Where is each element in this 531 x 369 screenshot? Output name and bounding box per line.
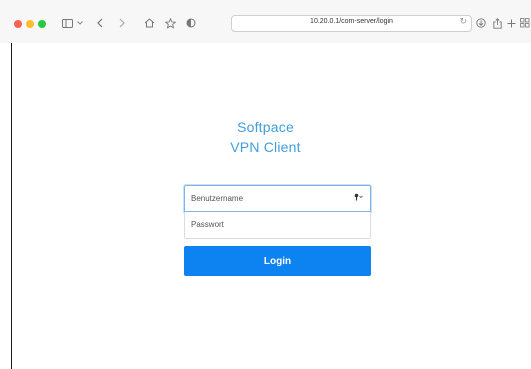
close-window-button[interactable] — [14, 20, 22, 28]
sidebar-icon[interactable] — [60, 14, 74, 32]
minimize-window-button[interactable] — [26, 20, 34, 28]
share-icon[interactable] — [490, 14, 504, 32]
address-bar-url: 10.20.0.1/com-server/login — [310, 18, 393, 25]
key-icon[interactable] — [354, 193, 364, 203]
window-edge — [11, 43, 12, 369]
password-input[interactable] — [191, 212, 351, 237]
zoom-window-button[interactable] — [38, 20, 46, 28]
forward-arrow-icon[interactable] — [116, 14, 128, 32]
shield-icon[interactable] — [184, 14, 198, 32]
back-arrow-icon[interactable] — [94, 14, 106, 32]
browser-toolbar: 10.20.0.1/com-server/login ↻ — [0, 0, 531, 43]
app-title-line2: VPN Client — [230, 139, 301, 155]
app-title-line1: Softpace — [237, 119, 294, 135]
password-field — [184, 212, 371, 239]
browser-window: 10.20.0.1/com-server/login ↻ Softpace VP… — [0, 0, 531, 369]
username-field — [184, 185, 371, 212]
login-form — [184, 185, 371, 239]
username-input[interactable] — [191, 186, 351, 211]
chevron-down-icon[interactable] — [76, 14, 84, 32]
download-icon[interactable] — [474, 14, 488, 32]
star-icon[interactable] — [163, 14, 177, 32]
login-button[interactable]: Login — [184, 246, 371, 276]
plus-icon[interactable] — [505, 14, 517, 32]
grid-icon[interactable] — [519, 14, 531, 32]
address-bar[interactable]: 10.20.0.1/com-server/login ↻ — [231, 15, 472, 32]
reload-icon[interactable]: ↻ — [459, 17, 467, 27]
home-icon[interactable] — [142, 14, 156, 32]
